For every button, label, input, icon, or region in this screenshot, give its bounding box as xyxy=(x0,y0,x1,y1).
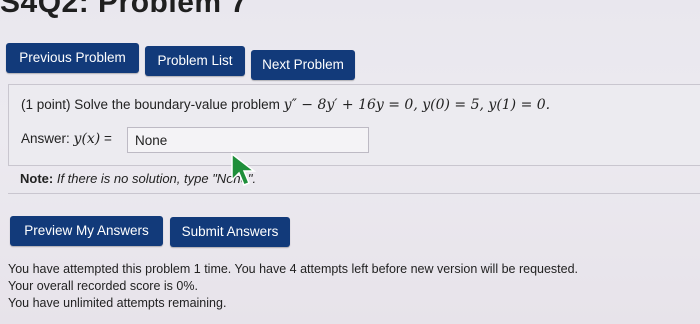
note: Note: If there is no solution, type "Non… xyxy=(8,164,700,194)
attempts-info: You have attempted this problem 1 time. … xyxy=(8,262,579,276)
answer-label: Answer: y(x) = xyxy=(21,131,112,147)
submit-answers-button[interactable]: Submit Answers xyxy=(170,217,290,247)
previous-problem-button[interactable]: Previous Problem xyxy=(6,43,139,73)
page-title: S4Q2: Problem 7 xyxy=(0,0,248,19)
mouse-pointer-icon xyxy=(231,152,257,186)
remaining-info: You have unlimited attempts remaining. xyxy=(8,296,227,310)
answer-equals: = xyxy=(100,131,112,146)
problem-statement: (1 point) Solve the boundary-value probl… xyxy=(21,97,550,113)
score-info: Your overall recorded score is 0%. xyxy=(8,279,198,293)
preview-answers-button[interactable]: Preview My Answers xyxy=(10,216,163,246)
problem-box: (1 point) Solve the boundary-value probl… xyxy=(8,84,700,166)
problem-list-button[interactable]: Problem List xyxy=(145,46,245,76)
problem-equation: y″ − 8y′ + 16y = 0, y(0) = 5, y(1) = 0. xyxy=(283,97,551,113)
problem-prefix: (1 point) Solve the boundary-value probl… xyxy=(21,97,280,112)
next-problem-button[interactable]: Next Problem xyxy=(251,50,355,80)
note-text: If there is no solution, type "None". xyxy=(53,171,257,186)
answer-input[interactable] xyxy=(127,127,369,153)
answer-label-text: Answer: xyxy=(21,131,74,146)
answer-variable: y(x) xyxy=(73,131,101,147)
note-label: Note: xyxy=(20,171,54,186)
